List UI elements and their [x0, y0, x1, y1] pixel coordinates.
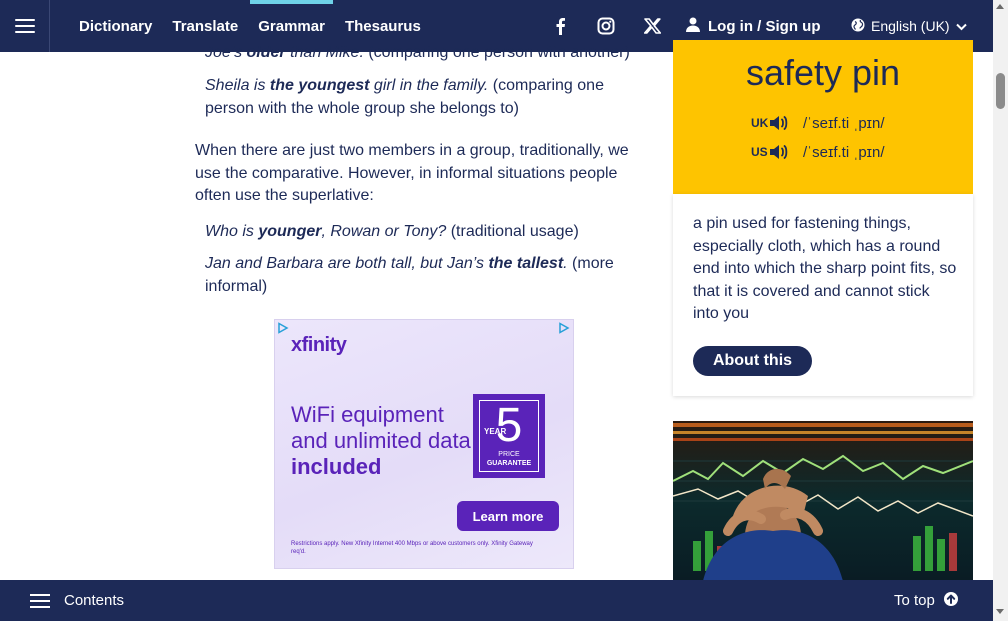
example-note: (traditional usage) — [446, 223, 579, 240]
ipa-text: /ˈseɪf.ti ˌpɪn/ — [803, 114, 885, 132]
scrollbar-thumb[interactable] — [996, 73, 1005, 109]
speaker-icon[interactable] — [769, 143, 791, 161]
chevron-down-icon — [955, 18, 967, 34]
region-label: UK — [751, 116, 769, 130]
page-scrollbar[interactable] — [993, 0, 1008, 621]
user-icon — [686, 17, 700, 36]
about-this-button[interactable]: About this — [693, 346, 812, 376]
example-bold: older — [246, 44, 286, 61]
facebook-icon[interactable] — [548, 14, 572, 38]
example-sentence: Who is younger, Rowan or Tony? (traditio… — [195, 221, 579, 244]
article-thumbnail-image[interactable] — [673, 421, 973, 581]
word-of-the-day-card: a pin used for fastening things, especia… — [673, 194, 973, 396]
example-text: , Rowan or Tony? — [321, 223, 447, 240]
learn-more-button[interactable]: Learn more — [457, 501, 559, 531]
example-text: Jan and Barbara are both tall, but Jan’s — [205, 255, 489, 272]
scroll-up-arrow-icon[interactable] — [996, 4, 1004, 9]
bottom-bar: Contents To top — [0, 580, 993, 621]
hamburger-icon — [14, 19, 35, 33]
adchoices-icon[interactable] — [277, 321, 289, 334]
ad-headline: WiFi equipment and unlimited data includ… — [291, 402, 471, 480]
example-text: girl in the family. — [369, 77, 489, 94]
example-bold: the youngest — [269, 77, 370, 94]
example-text: than Mike. — [285, 44, 364, 61]
language-label: English (UK) — [871, 18, 950, 34]
scroll-down-arrow-icon[interactable] — [996, 609, 1004, 614]
example-bold: the tallest — [488, 255, 564, 272]
example-sentence: Joe’s older than Mike. (comparing one pe… — [195, 42, 630, 65]
nav-link-dictionary[interactable]: Dictionary — [69, 0, 162, 52]
example-text: Joe’s — [205, 44, 247, 61]
paragraph: When there are just two members in a gro… — [195, 142, 629, 204]
word-definition: a pin used for fastening things, especia… — [693, 215, 957, 322]
badge-guarantee: GUARANTEE — [486, 460, 532, 467]
region-label: US — [751, 145, 768, 159]
login-label: Log in / Sign up — [708, 17, 821, 35]
pronunciation-us: US /ˈseɪf.ti ˌpɪn/ — [751, 143, 885, 161]
social-links — [548, 14, 664, 38]
guarantee-badge: 5 YEAR PRICE GUARANTEE — [473, 394, 545, 478]
example-text: Sheila is — [205, 77, 270, 94]
x-icon[interactable] — [640, 14, 664, 38]
globe-icon — [851, 18, 865, 35]
contents-button[interactable]: Contents — [30, 580, 124, 621]
example-sentence: Sheila is the youngest girl in the famil… — [195, 75, 615, 120]
badge-number: 5 — [495, 399, 523, 452]
to-top-button[interactable]: To top — [894, 580, 959, 621]
example-note: (comparing one person with another) — [363, 44, 630, 61]
example-bold: younger — [258, 223, 322, 240]
arrow-up-circle-icon — [943, 591, 959, 611]
ad-fine-print: Restrictions apply. New Xfinity Internet… — [291, 541, 533, 555]
to-top-label: To top — [894, 592, 935, 609]
ad-headline-bold: included — [291, 454, 382, 479]
pronunciation-uk: UK /ˈseɪf.ti ˌpɪn/ — [751, 114, 885, 132]
badge-year: YEAR — [484, 427, 507, 436]
speaker-icon[interactable] — [769, 114, 791, 132]
word-of-the-day-header: safety pin UK /ˈseɪf.ti ˌpɪn/ US /ˈseɪf.… — [673, 40, 973, 194]
list-icon — [30, 593, 50, 608]
menu-button[interactable] — [0, 0, 50, 52]
advertisement[interactable]: xfinity WiFi equipment and unlimited dat… — [274, 319, 574, 569]
word-title[interactable]: safety pin — [673, 52, 973, 94]
badge-price: PRICE — [498, 451, 520, 458]
instagram-icon[interactable] — [594, 14, 618, 38]
contents-label: Contents — [64, 592, 125, 609]
example-text: Who is — [205, 223, 259, 240]
adchoices-icon[interactable] — [558, 321, 570, 334]
ad-brand-logo: xfinity — [291, 334, 347, 356]
ad-headline-text: WiFi equipment and unlimited data — [291, 402, 471, 453]
ipa-text: /ˈseɪf.ti ˌpɪn/ — [803, 143, 885, 161]
example-sentence: Jan and Barbara are both tall, but Jan’s… — [195, 253, 625, 298]
